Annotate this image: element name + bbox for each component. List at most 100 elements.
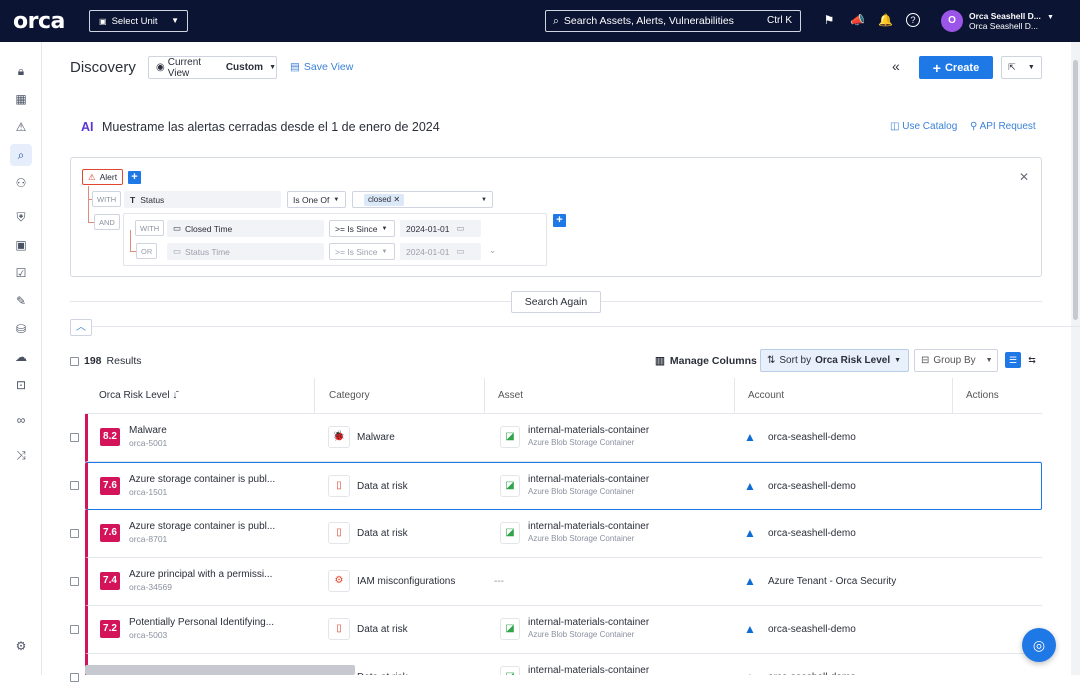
alert-pill[interactable]: ⚠︎ Alert — [82, 169, 124, 185]
table-row[interactable]: 7.2 Potentially Personal Identifying... or… — [85, 606, 1042, 654]
page-scrollbar-thumb[interactable] — [1073, 60, 1078, 320]
alert-icon[interactable]: ⚠︎ — [10, 116, 32, 138]
chevron-down-icon[interactable]: ▼ — [1047, 14, 1054, 21]
account-name[interactable]: orca-seashell-demo — [768, 432, 856, 443]
table-row[interactable]: 7.6 Azure storage container is publ... orc… — [85, 510, 1042, 558]
asset-name[interactable]: internal-materials-container — [528, 521, 649, 532]
row-checkbox[interactable] — [70, 625, 79, 634]
alert-title[interactable]: Azure principal with a permissi... — [129, 569, 289, 580]
export-button[interactable]: ⇱ ▼ — [1001, 56, 1042, 79]
inbox-icon[interactable]: ⊡ — [10, 374, 32, 396]
orca-logo[interactable]: orca — [13, 9, 65, 34]
expand-icon[interactable]: ⌄ — [489, 245, 496, 256]
row-checkbox[interactable] — [70, 577, 79, 586]
checklist-icon[interactable]: ☑ — [10, 262, 32, 284]
global-search-input[interactable]: ⌕ Search Assets, Alerts, Vulnerabilities… — [545, 10, 801, 32]
status-field[interactable]: T Status — [124, 191, 281, 208]
ai-query[interactable]: AI Muestrame las alertas cerradas desde … — [81, 120, 440, 134]
graph-icon[interactable]: ⚇ — [10, 172, 32, 194]
sort-by-dropdown[interactable]: ⇅ Sort by Orca Risk Level ▼ — [760, 349, 909, 372]
operator-dropdown[interactable]: >= Is Since ▼ — [329, 220, 395, 237]
asset-name[interactable]: internal-materials-container — [528, 474, 649, 485]
column-divider[interactable] — [734, 378, 735, 414]
group-by-dropdown[interactable]: ⊟ Group By ▼ — [914, 349, 998, 372]
operator-dropdown[interactable]: >= Is Since ▼ — [329, 243, 395, 260]
row-checkbox[interactable] — [70, 481, 79, 490]
column-divider[interactable] — [314, 378, 315, 414]
assistant-chat-button[interactable]: ◎ — [1022, 628, 1056, 662]
calendar-icon: ▭ — [173, 246, 182, 256]
alert-title[interactable]: Azure storage container is publ... — [129, 474, 289, 485]
closed-time-field[interactable]: ▭ Closed Time — [167, 220, 324, 237]
collapse-icon[interactable]: « — [892, 58, 900, 74]
dashboard-icon[interactable]: ▦ — [10, 88, 32, 110]
flag-icon[interactable]: ⚑ — [822, 13, 836, 27]
table-row[interactable]: 7.4 Azure principal with a permissi... orc… — [85, 558, 1042, 606]
row-checkbox[interactable] — [70, 673, 79, 682]
current-view-dropdown[interactable]: ◉ Current View Custom ▼ — [148, 56, 277, 79]
select-all-checkbox[interactable] — [70, 356, 79, 366]
account-name[interactable]: orca-seashell-demo — [768, 481, 856, 492]
discovery-search-icon[interactable]: ⌕ — [10, 144, 32, 166]
cloud-icon[interactable]: ☁ — [10, 346, 32, 368]
calendar-icon: ▭ — [456, 223, 465, 233]
add-group-button[interactable]: + — [553, 214, 566, 227]
remove-chip-icon[interactable]: ✕ — [393, 195, 400, 204]
account-name[interactable]: orca-seashell-demo — [768, 624, 856, 635]
policy-icon[interactable]: ✎ — [10, 290, 32, 312]
status-time-field[interactable]: ▭ Status Time — [167, 243, 324, 260]
manage-columns-button[interactable]: ▥ Manage Columns — [655, 355, 757, 367]
search-again-button[interactable]: Search Again — [511, 291, 601, 313]
lock-icon[interactable]: 🔒︎ — [10, 60, 32, 82]
column-header-risk[interactable]: Orca Risk Level ↓̄ — [99, 390, 177, 401]
megaphone-icon[interactable]: 📣 — [850, 13, 865, 27]
bell-icon[interactable]: 🔔 — [878, 13, 893, 27]
help-icon[interactable]: ? — [906, 13, 920, 27]
asset-name[interactable]: internal-materials-container — [528, 425, 649, 436]
close-icon[interactable]: ✕ — [1019, 170, 1029, 184]
integrations-icon[interactable]: ∞ — [10, 409, 32, 431]
api-request-link[interactable]: ⚲ API Request — [970, 121, 1036, 132]
with-label: WITH — [135, 220, 165, 236]
shield-icon[interactable]: ⛨ — [10, 206, 32, 228]
storage-container-icon: ◪ — [500, 475, 520, 497]
closed-chip[interactable]: closed ✕ — [364, 193, 405, 206]
compare-view-icon[interactable]: ⇆ — [1024, 352, 1040, 368]
date-input[interactable]: 2024-01-01 ▭ — [400, 243, 481, 260]
create-button[interactable]: + Create — [919, 56, 993, 79]
list-view-icon[interactable]: ☰ — [1005, 352, 1021, 368]
user-menu[interactable]: Orca Seashell D... Orca Seashell D... — [969, 11, 1041, 31]
column-header-asset[interactable]: Asset — [498, 390, 523, 401]
operator-dropdown[interactable]: Is One Of ▼ — [287, 191, 346, 208]
chevron-up-icon[interactable]: ︿ — [70, 319, 92, 336]
automation-icon[interactable]: ⤨ — [10, 444, 32, 466]
table-row[interactable]: 7.6 Azure storage container is publ... orc… — [85, 462, 1042, 510]
row-checkbox[interactable] — [70, 433, 79, 442]
briefcase-icon[interactable]: ▣ — [10, 234, 32, 256]
row-checkbox[interactable] — [70, 529, 79, 538]
column-header-account[interactable]: Account — [748, 390, 784, 401]
alert-title[interactable]: Potentially Personal Identifying... — [129, 617, 289, 628]
date-input[interactable]: 2024-01-01 ▭ — [400, 220, 481, 237]
use-catalog-link[interactable]: ◫ Use Catalog — [890, 121, 957, 132]
save-view-button[interactable]: ▤ Save View — [290, 61, 353, 73]
alert-title[interactable]: Azure storage container is publ... — [129, 521, 289, 532]
status-value-select[interactable]: closed ✕ ▼ — [352, 191, 493, 208]
column-divider[interactable] — [952, 378, 953, 414]
column-header-category[interactable]: Category — [329, 390, 370, 401]
table-horizontal-scrollbar[interactable] — [85, 665, 355, 675]
asset-name[interactable]: internal-materials-container — [528, 617, 649, 628]
asset-name[interactable]: internal-materials-container — [528, 665, 649, 675]
column-divider[interactable] — [484, 378, 485, 414]
select-unit-dropdown[interactable]: ▣ Select Unit ▼ — [89, 10, 188, 32]
account-name[interactable]: Azure Tenant - Orca Security — [768, 576, 896, 587]
avatar[interactable]: O — [941, 10, 963, 32]
add-condition-button[interactable]: + — [128, 171, 141, 184]
tree-line — [88, 186, 89, 223]
account-name[interactable]: orca-seashell-demo — [768, 528, 856, 539]
page-title: Discovery — [70, 59, 136, 76]
alert-title[interactable]: Malware — [129, 425, 289, 436]
database-icon[interactable]: ⛁ — [10, 318, 32, 340]
table-row[interactable]: 8.2 Malware orca-5001 🐞 Malware ◪ internal-mat… — [85, 414, 1042, 462]
gear-icon[interactable]: ⚙ — [10, 635, 32, 657]
